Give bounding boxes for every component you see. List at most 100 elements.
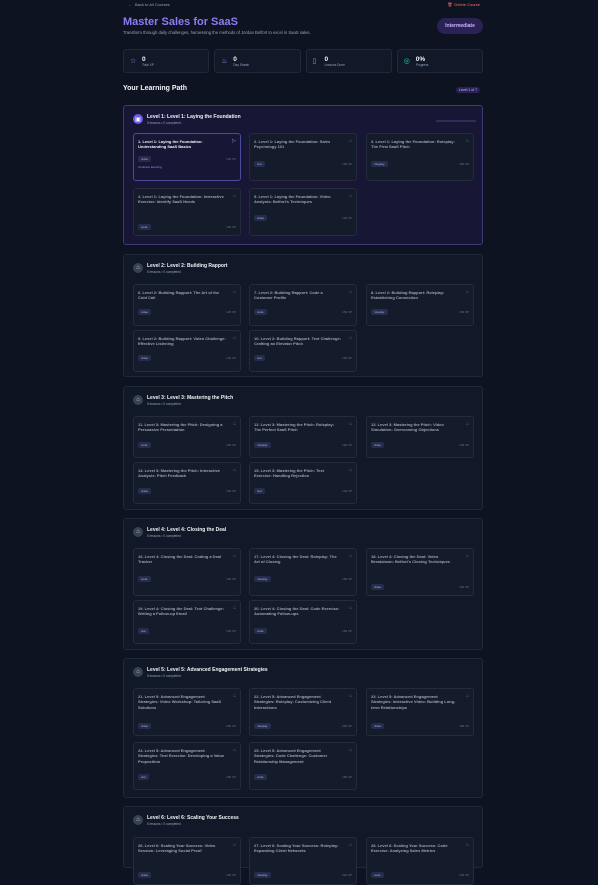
level-card-5[interactable]: ⌂ Level 5: Level 5: Advanced Engagement … — [123, 658, 483, 798]
level-title: Level 5: Level 5: Advanced Engagement St… — [147, 667, 268, 673]
lesson-card[interactable]: 19. Level 4: Closing the Deal: Text Chal… — [133, 600, 241, 644]
lesson-xp: 200 XP — [226, 873, 236, 877]
level-card-4[interactable]: ⌂ Level 4: Level 4: Closing the Deal 5 le… — [123, 518, 483, 650]
lesson-card[interactable]: 23. Level 5: Advanced Engagement Strateg… — [366, 688, 474, 736]
level-subtitle: 5 lessons • 0 completed — [147, 121, 181, 125]
lock-icon: ⌂ — [232, 693, 236, 699]
level-card-2[interactable]: ⌂ Level 2: Level 2: Building Rapport 5 le… — [123, 254, 483, 377]
level-title: Level 3: Level 3: Mastering the Pitch — [147, 395, 234, 401]
level-header: ⌂ Level 6: Level 6: Scaling Your Success… — [133, 815, 239, 826]
lesson-card[interactable]: 13. Level 3: Mastering the Pitch: Video … — [366, 416, 474, 458]
lesson-card[interactable]: 26. Level 6: Scaling Your Success: Video… — [133, 837, 241, 885]
lesson-card[interactable]: 9. Level 2: Building Rapport: Video Chal… — [133, 330, 241, 372]
level-header: ⌂ Level 2: Level 2: Building Rapport 5 le… — [133, 263, 228, 274]
lesson-title: 9. Level 2: Building Rapport: Video Chal… — [138, 336, 226, 347]
lesson-type-badge: code — [254, 774, 267, 780]
lock-icon: ⌂ — [348, 335, 352, 341]
level-title: Level 4: Level 4: Closing the Deal — [147, 527, 227, 533]
lesson-card[interactable]: 25. Level 5: Advanced Engagement Strateg… — [249, 742, 357, 790]
lesson-xp: 160 XP — [226, 577, 236, 581]
star-icon: ☆ — [130, 57, 137, 65]
lock-icon: ⌂ — [348, 553, 352, 559]
lesson-title: 16. Level 4: Closing the Deal: Coding a … — [138, 554, 222, 565]
stat-label: Day Streak — [233, 62, 250, 67]
lesson-card[interactable]: 12. Level 3: Mastering the Pitch: Rolepl… — [249, 416, 357, 458]
lesson-xp: 120 XP — [226, 356, 236, 360]
lesson-card[interactable]: 16. Level 4: Closing the Deal: Coding a … — [133, 548, 241, 596]
lesson-xp: 140 XP — [459, 443, 469, 447]
difficulty-badge: Intermediate — [437, 18, 483, 34]
lesson-card[interactable]: 1. Level 1: Laying the Foundation: Under… — [133, 133, 241, 181]
lesson-card[interactable]: 15. Level 3: Mastering the Pitch: Text E… — [249, 462, 357, 504]
book-icon: ▯ — [312, 57, 317, 65]
lesson-card[interactable]: 22. Level 5: Advanced Engagement Strateg… — [249, 688, 357, 736]
lesson-card[interactable]: 28. Level 6: Scaling Your Success: Code … — [366, 837, 474, 885]
delete-course-button[interactable]: 🗑 Delete Course — [447, 2, 480, 7]
lesson-type-badge: roleplay — [254, 872, 271, 878]
lesson-type-badge: code — [138, 442, 151, 448]
back-label: Back to All Courses — [135, 2, 170, 7]
lesson-xp: 180 XP — [459, 724, 469, 728]
lock-icon: ⌂ — [465, 553, 469, 559]
lesson-card[interactable]: 27. Level 6: Scaling Your Success: Rolep… — [249, 837, 357, 885]
lesson-title: 26. Level 6: Scaling Your Success: Video… — [138, 843, 216, 854]
stat-value: 0 — [324, 55, 329, 63]
lesson-title: 11. Level 3: Mastering the Pitch: Design… — [138, 422, 223, 433]
level-title: Level 2: Level 2: Building Rapport — [147, 263, 228, 269]
lesson-title: 2. Level 1: Laying the Foundation: Sales… — [254, 139, 331, 150]
lesson-card[interactable]: 2. Level 1: Laying the Foundation: Sales… — [249, 133, 357, 181]
lock-icon: ⌂ — [232, 421, 236, 427]
lesson-card[interactable]: 21. Level 5: Advanced Engagement Strateg… — [133, 688, 241, 736]
lock-icon: ⌂ — [348, 842, 352, 848]
lesson-type-badge: text — [254, 161, 265, 167]
lesson-xp: 160 XP — [459, 585, 469, 589]
lesson-card[interactable]: 10. Level 2: Building Rapport: Text Chal… — [249, 330, 357, 372]
lesson-title: 20. Level 4: Closing the Deal: Code Exer… — [254, 606, 340, 617]
level-card-3[interactable]: ⌂ Level 3: Level 3: Mastering the Pitch 5… — [123, 386, 483, 510]
lesson-card[interactable]: 4. Level 1: Laying the Foundation: Inter… — [133, 188, 241, 236]
lesson-card[interactable]: 14. Level 3: Mastering the Pitch: Intera… — [133, 462, 241, 504]
lesson-card[interactable]: 7. Level 2: Building Rapport: Code a Cus… — [249, 284, 357, 326]
stat-label: Progress — [415, 62, 429, 67]
lock-icon: ⌂ — [232, 289, 236, 295]
stat-day-streak: ♨ 0 Day Streak — [214, 49, 301, 73]
book-icon: ▣ — [133, 114, 143, 124]
lesson-title: 12. Level 3: Mastering the Pitch: Rolepl… — [254, 422, 335, 433]
lesson-title: 10. Level 2: Building Rapport: Text Chal… — [254, 336, 342, 347]
lesson-card[interactable]: 5. Level 1: Laying the Foundation: Video… — [249, 188, 357, 236]
lesson-card[interactable]: 20. Level 4: Closing the Deal: Code Exer… — [249, 600, 357, 644]
level-card-1[interactable]: ▣ Level 1: Level 1: Laying the Foundatio… — [123, 105, 483, 245]
lesson-title: 13. Level 3: Mastering the Pitch: Video … — [371, 422, 444, 433]
lesson-card[interactable]: 11. Level 3: Mastering the Pitch: Design… — [133, 416, 241, 458]
lock-icon: ⌂ — [232, 747, 236, 753]
stats-row: ☆ 0 Total XP ♨ 0 Day Streak ▯ 0 Lessons Don… — [123, 49, 483, 73]
lesson-title: 5. Level 1: Laying the Foundation: Video… — [254, 194, 331, 205]
lesson-card[interactable]: 24. Level 5: Advanced Engagement Strateg… — [133, 742, 241, 790]
lesson-xp: 140 XP — [226, 443, 236, 447]
lesson-title: 8. Level 2: Building Rapport: Roleplay: … — [371, 290, 445, 301]
lesson-xp: 100 XP — [342, 162, 352, 166]
lesson-title: 19. Level 4: Closing the Deal: Text Chal… — [138, 606, 224, 617]
lesson-card[interactable]: 18. Level 4: Closing the Deal: Video Bre… — [366, 548, 474, 596]
level-subtitle: 5 lessons • 0 completed — [147, 534, 181, 538]
level-title: Level 1: Level 1: Laying the Foundation — [147, 114, 241, 120]
lesson-card[interactable]: 17. Level 4: Closing the Deal: Roleplay:… — [249, 548, 357, 596]
lesson-type-badge: video — [138, 355, 152, 361]
lesson-xp: 220 XP — [342, 873, 352, 877]
lock-icon: ⌂ — [232, 842, 236, 848]
stat-value: 0 — [233, 55, 237, 63]
lesson-card[interactable]: 8. Level 2: Building Rapport: Roleplay: … — [366, 284, 474, 326]
lock-icon: ⌂ — [133, 263, 143, 273]
lesson-type-badge: roleplay — [371, 309, 388, 315]
lesson-card[interactable]: 3. Level 1: Laying the Foundation: Rolep… — [366, 133, 474, 181]
back-link[interactable]: ← Back to All Courses — [128, 2, 170, 7]
lesson-xp: 150 XP — [342, 310, 352, 314]
continue-learning-label[interactable]: Continue learning — [138, 165, 162, 169]
lesson-type-badge: code — [138, 224, 151, 230]
lock-icon: ⌂ — [133, 667, 143, 677]
stat-label: Lessons Done — [324, 62, 345, 67]
lesson-title: 27. Level 6: Scaling Your Success: Rolep… — [254, 843, 339, 854]
lesson-card[interactable]: 6. Level 2: Building Rapport: The Art of… — [133, 284, 241, 326]
lock-icon: ⌂ — [465, 421, 469, 427]
lock-icon: ⌂ — [133, 527, 143, 537]
